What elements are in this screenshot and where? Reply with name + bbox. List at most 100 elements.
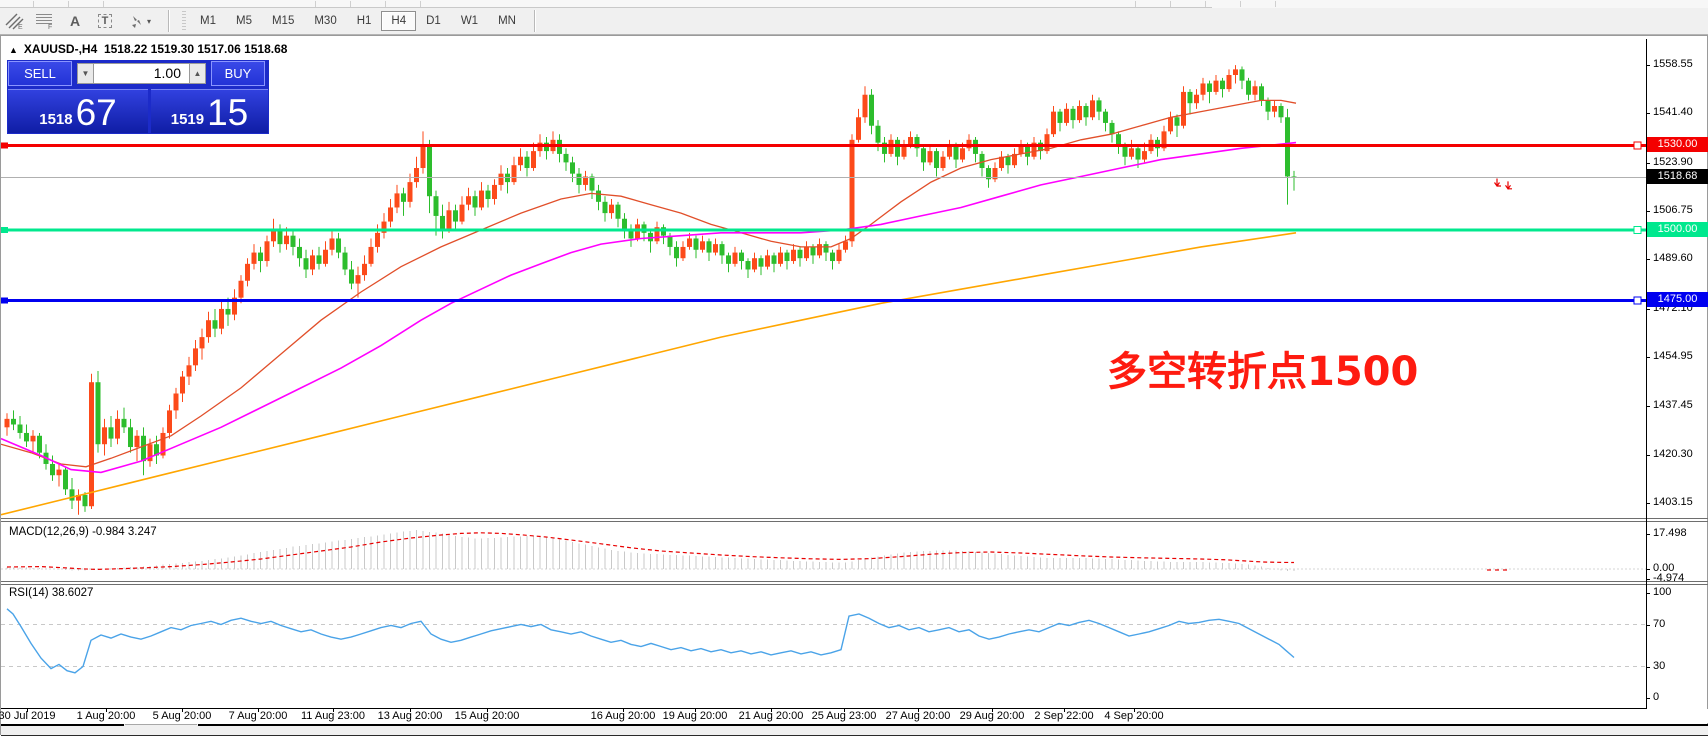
axis-tick bbox=[1646, 113, 1650, 114]
top-strip-tick bbox=[1240, 1, 1241, 7]
main-toolbar: E F A T ▾ M1M5M15M30H1H4D1W1MN bbox=[0, 8, 1708, 35]
top-strip-tick bbox=[33, 1, 34, 7]
symbol-label: XAUUSD-,H4 bbox=[24, 42, 97, 56]
chart-window: ▲ XAUUSD-,H4 1518.22 1519.30 1517.06 1518… bbox=[0, 35, 1708, 735]
axis-tick-label: 1506.75 bbox=[1653, 204, 1693, 216]
rsi-pane[interactable] bbox=[1, 585, 1646, 708]
top-strip-tick bbox=[350, 1, 351, 7]
axis-tick-label: 70 bbox=[1653, 618, 1665, 630]
equidistant-channel-icon[interactable]: E bbox=[0, 10, 30, 32]
axis-tick-label: 1437.45 bbox=[1653, 399, 1693, 411]
fibonacci-grid-icon[interactable]: F bbox=[30, 10, 60, 32]
axis-tick bbox=[1646, 406, 1650, 407]
timeframe-button-m15[interactable]: M15 bbox=[262, 11, 304, 31]
sell-price-small: 1518 bbox=[39, 110, 72, 130]
chart-tabs-strip[interactable] bbox=[1, 724, 1708, 736]
ma-mid bbox=[1, 143, 1296, 473]
timeframe-button-w1[interactable]: W1 bbox=[451, 11, 488, 31]
top-strip-tick bbox=[1275, 1, 1276, 7]
top-strip-tick bbox=[420, 1, 421, 7]
buy-price-big: 15 bbox=[207, 96, 248, 130]
axis-tick bbox=[1646, 625, 1650, 626]
date-tick bbox=[844, 708, 845, 712]
axis-tick bbox=[1646, 593, 1650, 594]
pane-divider[interactable] bbox=[1, 521, 1708, 522]
collapse-icon[interactable]: ▲ bbox=[9, 45, 18, 55]
svg-text:E: E bbox=[18, 24, 23, 30]
date-tick bbox=[771, 708, 772, 712]
volume-input[interactable]: 1.00 bbox=[94, 63, 189, 84]
top-strip-tick bbox=[385, 1, 386, 7]
sell-button[interactable]: SELL bbox=[8, 61, 72, 86]
top-strip-tick bbox=[1170, 1, 1171, 7]
date-tick bbox=[623, 708, 624, 712]
price-tag: 1475.00 bbox=[1647, 292, 1708, 307]
timeframe-button-m30[interactable]: M30 bbox=[304, 11, 346, 31]
ohlc-values: 1518.22 1519.30 1517.06 1518.68 bbox=[104, 42, 288, 56]
date-tick bbox=[410, 708, 411, 712]
sell-price-box[interactable]: 1518 67 bbox=[8, 89, 148, 133]
axis-tick bbox=[1646, 667, 1650, 668]
rsi-indicator-label: RSI(14) 38.6027 bbox=[9, 587, 93, 599]
macd-pane[interactable] bbox=[1, 522, 1646, 581]
one-click-trade-panel: SELL ▼ 1.00 ▲ BUY 1518 67 1519 15 bbox=[7, 60, 269, 134]
axis-tick-label: 30 bbox=[1653, 660, 1665, 672]
pane-divider[interactable] bbox=[1, 581, 1708, 582]
axis-tick-label: 1489.60 bbox=[1653, 252, 1693, 264]
top-strip-tick bbox=[68, 1, 69, 7]
timeframe-button-mn[interactable]: MN bbox=[488, 11, 526, 31]
axis-tick-label: 1454.95 bbox=[1653, 350, 1693, 362]
ma-slow bbox=[1, 233, 1296, 515]
timeframe-button-h1[interactable]: H1 bbox=[347, 11, 382, 31]
top-strip-tick bbox=[103, 1, 104, 7]
toolbar-grip[interactable] bbox=[182, 11, 186, 31]
window-top-strip bbox=[0, 0, 1708, 8]
price-tag: 1530.00 bbox=[1647, 137, 1708, 152]
moving-averages-group bbox=[1, 100, 1296, 514]
axis-tick bbox=[1646, 534, 1650, 535]
chart-tab-edge[interactable] bbox=[198, 724, 1708, 726]
arrows-icon[interactable]: ▾ bbox=[120, 10, 160, 32]
axis-tick-label: 1541.40 bbox=[1653, 106, 1693, 118]
svg-text:F: F bbox=[48, 24, 52, 30]
date-tick bbox=[695, 708, 696, 712]
pane-divider[interactable] bbox=[1, 518, 1708, 519]
volume-increase-button[interactable]: ▲ bbox=[189, 63, 206, 84]
date-axis[interactable]: 30 Jul 20191 Aug 20:005 Aug 20:007 Aug 2… bbox=[1, 709, 1708, 723]
chart-tab-edge[interactable] bbox=[125, 724, 197, 725]
text-icon[interactable]: A bbox=[60, 10, 90, 32]
axis-tick bbox=[1646, 211, 1650, 212]
rsi-line bbox=[7, 609, 1294, 673]
timeframe-button-m1[interactable]: M1 bbox=[190, 11, 226, 31]
chart-title: ▲ XAUUSD-,H4 1518.22 1519.30 1517.06 1518… bbox=[9, 42, 287, 56]
axis-tick-label: 1420.30 bbox=[1653, 448, 1693, 460]
axis-tick bbox=[1646, 455, 1650, 456]
date-tick bbox=[918, 708, 919, 712]
timeframe-button-d1[interactable]: D1 bbox=[416, 11, 451, 31]
axis-tick bbox=[1646, 309, 1650, 310]
timeframe-button-h4[interactable]: H4 bbox=[381, 11, 416, 31]
top-strip-tick bbox=[1205, 1, 1206, 7]
ma-fast bbox=[1, 100, 1296, 466]
volume-decrease-button[interactable]: ▼ bbox=[77, 63, 94, 84]
axis-tick-label: 1403.15 bbox=[1653, 496, 1693, 508]
axis-tick bbox=[1646, 698, 1650, 699]
timeframe-button-m5[interactable]: M5 bbox=[226, 11, 262, 31]
axis-tick-label: 100 bbox=[1653, 586, 1671, 598]
buy-price-box[interactable]: 1519 15 bbox=[151, 89, 268, 133]
text-label-icon[interactable]: T bbox=[90, 10, 120, 32]
chart-tab-edge[interactable] bbox=[1, 724, 124, 726]
axis-tick bbox=[1646, 579, 1650, 580]
axis-tick-label: 17.498 bbox=[1653, 527, 1687, 539]
axis-tick-label: 0 bbox=[1653, 691, 1659, 703]
price-tag: 1500.00 bbox=[1647, 222, 1708, 237]
sell-price-big: 67 bbox=[76, 96, 117, 130]
buy-price-small: 1519 bbox=[171, 110, 204, 130]
buy-button[interactable]: BUY bbox=[211, 61, 265, 86]
sell-arrows-group bbox=[1495, 179, 1513, 189]
axis-tick-label: -4.974 bbox=[1653, 572, 1684, 584]
chart-annotation-text[interactable]: 多空转折点1500 bbox=[1107, 339, 1418, 397]
timeframe-group: M1M5M15M30H1H4D1W1MN bbox=[190, 11, 526, 31]
toolbar-separator-2 bbox=[534, 10, 535, 32]
pane-divider[interactable] bbox=[1, 584, 1708, 585]
